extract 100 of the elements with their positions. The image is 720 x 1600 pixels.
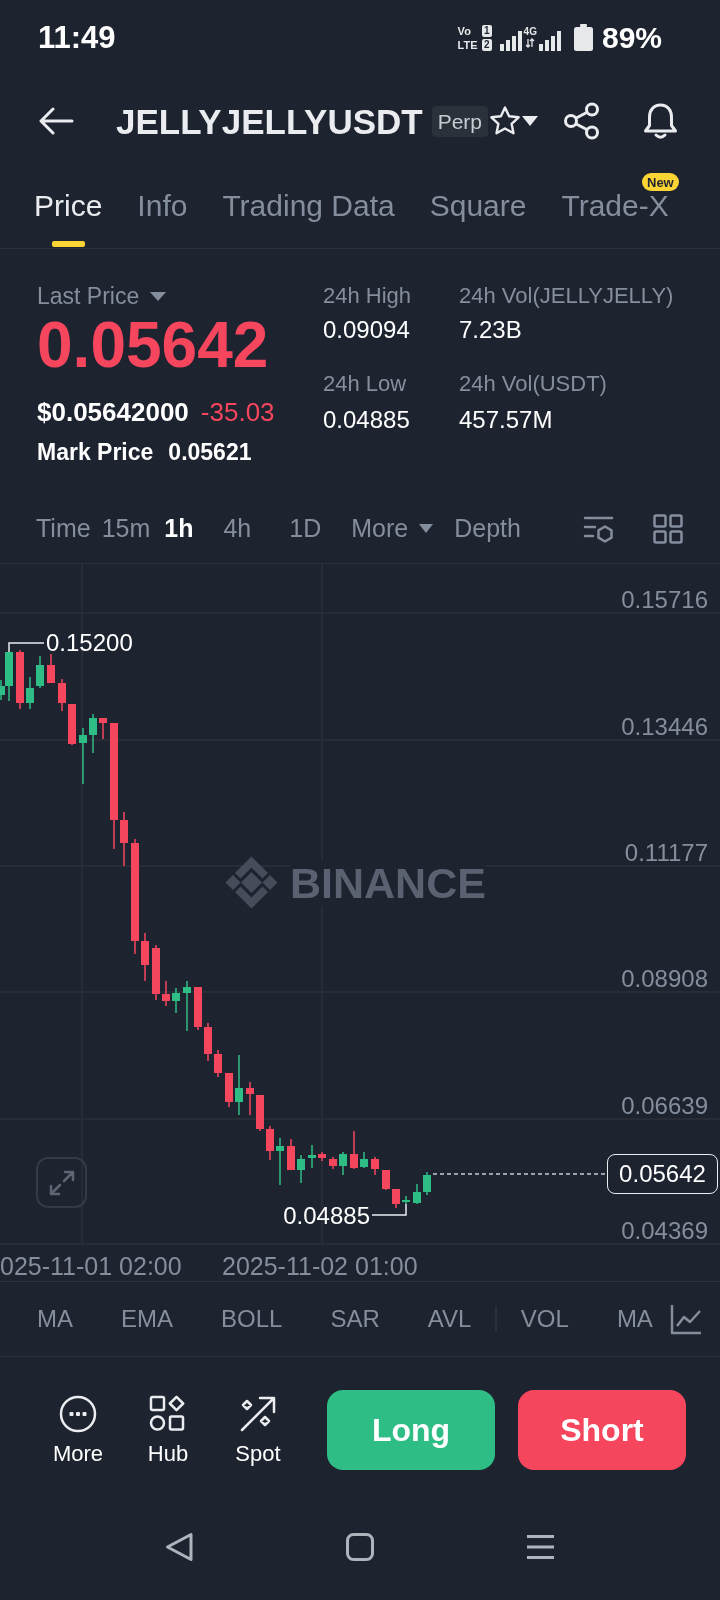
price-axis-label: 0.06639 [621,1093,708,1119]
network-type-label: 4G [523,27,537,37]
network-label: Vo [457,24,471,37]
bell-icon[interactable] [642,102,680,140]
action-button[interactable]: More [52,1395,104,1465]
grid-icon[interactable] [653,513,683,544]
data-arrows-icon [525,38,536,48]
contract-type-badge: Perp [431,105,489,137]
long-button[interactable]: Long [327,1390,495,1470]
spot-icon [239,1395,277,1433]
stat-value: 0.04885 [323,406,410,434]
rising-candle [413,1184,421,1204]
status-time: 11:49 [38,22,116,53]
price-axis-label: 0.13446 [621,714,708,740]
menu-icon[interactable] [526,1534,555,1560]
mark-price: 0.05621 [168,440,252,464]
falling-candle [382,1170,390,1190]
falling-candle [214,1050,222,1077]
rising-candle [339,1152,347,1175]
falling-candle [194,987,202,1030]
more-intervals-dropdown[interactable]: More [351,516,434,541]
rising-candle [183,981,191,1031]
battery-icon [573,24,593,51]
indicator-option[interactable]: SAR [330,1307,380,1331]
caret-icon [150,291,167,301]
rising-candle [26,677,34,709]
indicator-option[interactable]: BOLL [221,1307,283,1331]
star-icon[interactable] [489,105,522,137]
interval-option[interactable]: 4h [223,516,252,541]
indicator-option[interactable]: EMA [121,1307,173,1331]
rising-candle [276,1138,284,1185]
falling-candle [58,679,66,711]
indicator-option[interactable]: MA [616,1307,653,1331]
sim-number: 2 [482,38,492,51]
interval-option[interactable]: 1h [164,516,194,541]
more-icon [59,1395,97,1433]
last-price: 0.05642 [37,310,269,380]
line-chart-icon[interactable] [670,1303,702,1335]
mark-price-label: Mark Price [37,440,154,464]
rising-candle [79,728,87,784]
price-axis-label: 0.08908 [621,966,708,992]
rising-candle [423,1172,431,1195]
falling-candle [287,1139,295,1170]
list-hexagon-icon[interactable] [583,514,614,543]
action-button[interactable]: Hub [147,1395,189,1465]
diamond-logo-icon [225,856,278,909]
falling-candle [141,933,149,981]
falling-candle [16,650,24,709]
stat-value: 457.57M [459,406,553,434]
indicator-option[interactable]: MA [37,1307,73,1331]
tab-indicator [51,241,85,247]
falling-candle [392,1189,400,1208]
stat-label: 24h Vol(USDT) [459,370,607,398]
indicator-option[interactable]: AVL [427,1307,472,1331]
rising-candle [89,714,97,753]
falling-candle [68,704,76,745]
current-price-tag: 0.05642 [607,1154,718,1194]
signal-icon [538,30,561,51]
hub-icon [149,1395,187,1433]
low-price-label: 0.04885 [283,1203,370,1229]
action-button[interactable]: Spot [235,1395,281,1465]
indicator-option[interactable]: VOL [520,1307,569,1331]
high-price-label: 0.15200 [46,630,133,656]
falling-candle [162,981,170,1006]
time-axis-label: 025-11-01 02:00 [0,1253,182,1279]
falling-candle [329,1157,337,1169]
sim-number: 1 [482,24,492,37]
falling-candle [266,1126,274,1160]
falling-candle [120,812,128,866]
falling-candle [47,654,55,683]
falling-candle [350,1131,358,1169]
caret-icon[interactable] [522,116,539,126]
battery-percentage: 89% [601,22,662,53]
stat-value: 0.09094 [323,316,410,344]
new-badge: New [642,173,679,191]
back-icon[interactable] [164,1532,193,1562]
stat-label: 24h Vol(JELLYJELLY) [459,282,674,310]
rising-candle [172,988,180,1013]
falling-candle [318,1152,326,1161]
last-price-dropdown[interactable]: Last Price [37,282,167,310]
home-icon[interactable] [345,1533,374,1561]
share-icon[interactable] [563,102,601,140]
tab[interactable]: Trading Data [222,191,395,221]
falling-candle [371,1157,379,1175]
falling-candle [256,1095,264,1131]
tab[interactable]: Price [34,191,103,247]
rising-candle [235,1055,243,1115]
short-button[interactable]: Short [518,1390,686,1470]
depth-tab[interactable]: Depth [454,516,521,541]
rising-candle [360,1152,368,1168]
stat-label: 24h High [323,282,412,310]
tab[interactable]: Square [429,191,527,221]
tab[interactable]: Trade-X [561,191,669,221]
interval-option[interactable]: Time [36,516,91,541]
expand-chart-button[interactable] [36,1157,87,1208]
low-price-leader [371,1203,407,1216]
interval-option[interactable]: 1D [289,516,322,541]
tab[interactable]: Info [137,191,188,221]
interval-option[interactable]: 15m [101,516,151,541]
falling-candle [152,945,160,1000]
